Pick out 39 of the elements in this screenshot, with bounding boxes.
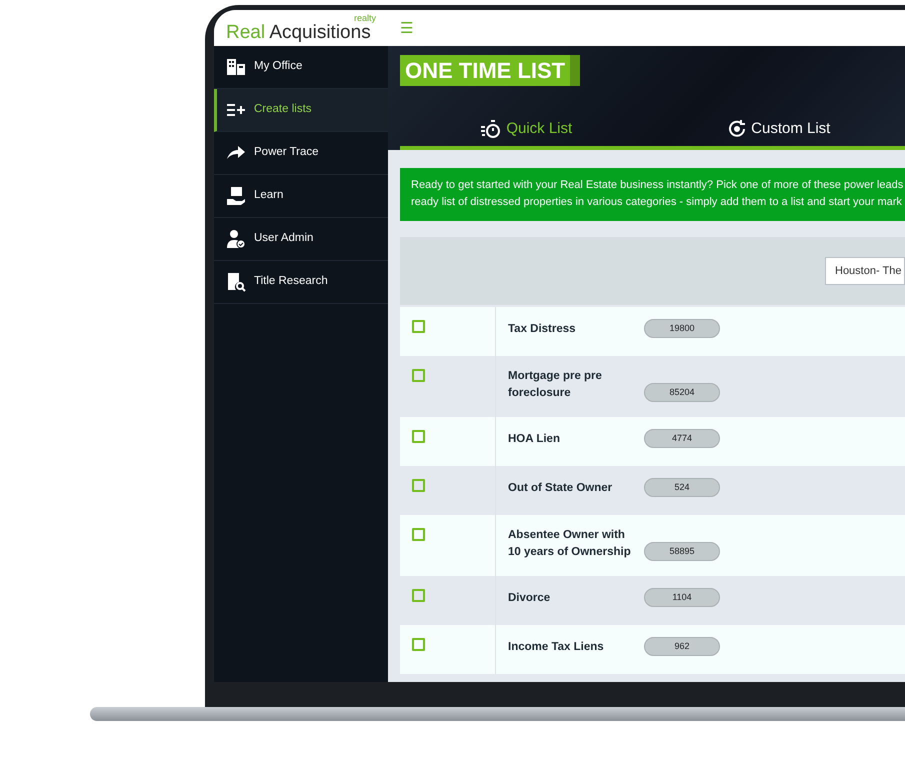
count-pill: 85204 [644, 383, 720, 402]
building-icon [226, 57, 246, 77]
category-label: Mortgage pre pre foreclosure [508, 369, 603, 401]
sidebar-item[interactable]: Create lists [214, 89, 388, 132]
sidebar-item[interactable]: Title Research [214, 261, 388, 304]
count-pill: 524 [644, 478, 720, 497]
category-label: Divorce [508, 591, 552, 606]
book-hand-icon [226, 186, 246, 206]
list-tab[interactable]: Quick List [400, 112, 652, 146]
count-pill: 4774 [644, 429, 720, 448]
count-pill: 19800 [644, 319, 720, 338]
checkbox[interactable] [412, 479, 425, 492]
stopwatch-icon [480, 119, 502, 139]
location-dropdown[interactable]: Houston- The [825, 257, 905, 285]
category-label: Out of State Owner [508, 481, 614, 496]
count-pill: 58895 [644, 542, 720, 561]
sidebar-item[interactable]: Power Trace [214, 132, 388, 175]
checkbox[interactable] [412, 320, 425, 333]
checkbox[interactable] [412, 369, 425, 382]
sidebar-item[interactable]: User Admin [214, 218, 388, 261]
category-label: HOA Lien [508, 432, 561, 447]
category-label: Income Tax Liens [508, 640, 605, 655]
info-banner: Ready to get started with your Real Estate business instantly? Pick one of more of these power leads ready list of distressed properties in various categories - simply add them to a list and start your mark [400, 168, 905, 221]
checkbox[interactable] [412, 589, 425, 602]
document-search-icon [226, 272, 246, 292]
count-pill: 962 [644, 637, 720, 656]
category-label: Tax Distress [508, 322, 577, 337]
list-tab[interactable]: Custom List [652, 112, 905, 146]
rotate-360-icon [727, 119, 748, 139]
checkbox[interactable] [412, 430, 425, 443]
checkbox[interactable] [412, 528, 425, 541]
page-title: ONE TIME LIST [400, 55, 580, 86]
logo-tagline: realty [354, 14, 376, 23]
category-label: Absentee Owner with 10 years of Ownership [508, 528, 632, 560]
checkbox[interactable] [412, 638, 425, 651]
sidebar-item[interactable]: Learn [214, 175, 388, 218]
count-pill: 1104 [644, 588, 720, 607]
logo-text: Real Acquisitions [226, 23, 371, 42]
user-check-icon [226, 229, 246, 249]
